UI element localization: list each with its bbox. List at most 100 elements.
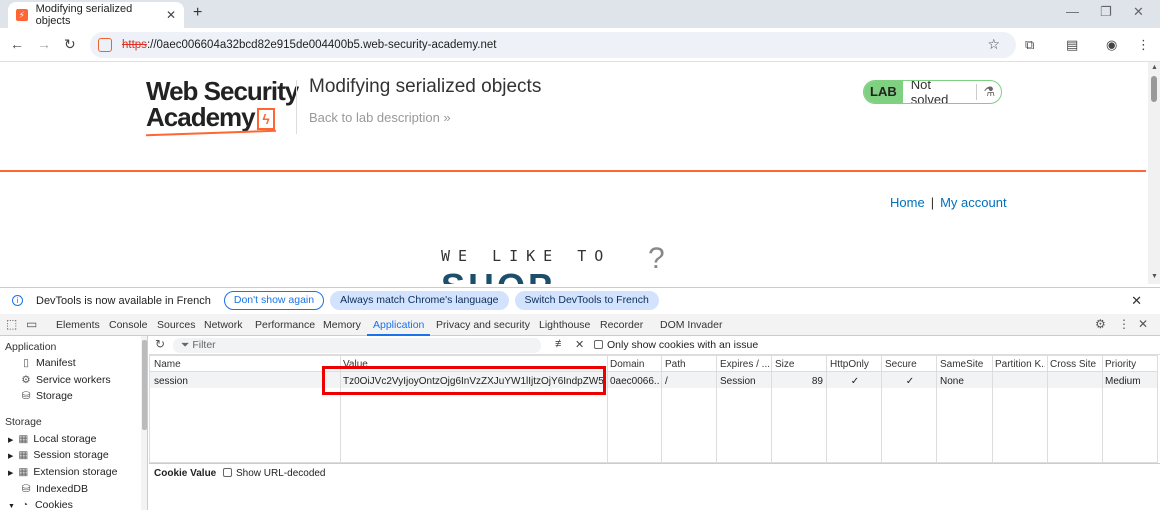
minimize-icon[interactable]: — bbox=[1066, 4, 1079, 19]
column-header-priority[interactable]: Priority bbox=[1105, 359, 1155, 370]
cookie-domain-cell[interactable]: 0aec0066... bbox=[610, 376, 660, 387]
nav-my-account-link[interactable]: My account bbox=[940, 195, 1006, 210]
sidebar-item-manifest[interactable]: ▯ Manifest bbox=[20, 357, 76, 369]
clear-all-cookies-icon[interactable]: ✕ bbox=[575, 338, 584, 351]
database-icon: ⛁ bbox=[21, 483, 31, 495]
sidebar-item-storage[interactable]: ⛁ Storage bbox=[20, 390, 73, 402]
maximize-icon[interactable]: ❐ bbox=[1100, 4, 1112, 20]
only-issue-checkbox[interactable]: Only show cookies with an issue bbox=[594, 339, 758, 351]
tab-privacy-and-security[interactable]: Privacy and security bbox=[436, 319, 530, 331]
extensions-icon[interactable]: ⧉ bbox=[1025, 37, 1034, 53]
always-match-language-button[interactable]: Always match Chrome's language bbox=[330, 291, 509, 310]
grid-icon: ▦ bbox=[18, 466, 29, 478]
dont-show-again-button[interactable]: Don't show again bbox=[223, 291, 325, 310]
inspect-element-icon[interactable]: ⬚ bbox=[6, 317, 17, 331]
sidebar-item-label: Manifest bbox=[36, 357, 76, 369]
tab-dom-invader[interactable]: DOM Invader bbox=[660, 319, 722, 331]
tab-sources[interactable]: Sources bbox=[157, 319, 196, 331]
scroll-down-arrow-icon[interactable]: ▼ bbox=[1151, 273, 1158, 280]
tab-close-icon[interactable]: ✕ bbox=[166, 8, 176, 22]
back-arrow-icon[interactable]: ← bbox=[10, 36, 24, 52]
url-bar[interactable]: https://0aec006604a32bcd82e915de004400b5… bbox=[90, 32, 1016, 58]
column-divider bbox=[716, 356, 717, 464]
sidebar-item-cookies[interactable]: ▼ ◔ Cookies bbox=[8, 499, 73, 511]
web-security-academy-logo[interactable]: Web Security Academy ϟ bbox=[146, 78, 299, 137]
scrollbar-thumb[interactable] bbox=[1151, 76, 1157, 102]
column-header-name[interactable]: Name bbox=[154, 359, 334, 370]
profile-icon[interactable]: ◉ bbox=[1106, 37, 1117, 53]
value-highlight-box bbox=[322, 366, 606, 395]
bookmark-star-icon[interactable]: ☆ bbox=[987, 36, 1000, 53]
column-header-partition-key[interactable]: Partition K... bbox=[995, 359, 1045, 370]
sidebar-item-session-storage[interactable]: ▶ ▦ Session storage bbox=[8, 449, 109, 461]
url-host: ://0aec006604a32bcd82e915de004400b5.web-… bbox=[146, 39, 497, 51]
infobar-close-icon[interactable]: ✕ bbox=[1131, 293, 1142, 309]
scroll-up-arrow-icon[interactable]: ▲ bbox=[1151, 64, 1158, 71]
chevron-right-icon[interactable]: ▶ bbox=[8, 453, 13, 460]
filter-input[interactable]: ⏷ Filter bbox=[173, 338, 541, 353]
refresh-icon[interactable]: ↻ bbox=[155, 337, 165, 351]
tab-memory[interactable]: Memory bbox=[323, 319, 361, 331]
side-panel-icon[interactable]: ▤ bbox=[1066, 37, 1078, 53]
cookie-httponly-cell[interactable]: ✓ bbox=[830, 376, 880, 387]
tab-recorder[interactable]: Recorder bbox=[600, 319, 643, 331]
column-header-cross-site[interactable]: Cross Site bbox=[1050, 359, 1100, 370]
forward-arrow-icon[interactable]: → bbox=[37, 36, 51, 52]
flask-icon: ⚗ bbox=[976, 84, 1001, 100]
sidebar-item-local-storage[interactable]: ▶ ▦ Local storage bbox=[8, 433, 96, 445]
chevron-right-icon[interactable]: ▶ bbox=[8, 470, 13, 477]
chevron-right-icon[interactable]: ▶ bbox=[8, 437, 13, 444]
column-header-domain[interactable]: Domain bbox=[610, 359, 660, 370]
cookie-secure-cell[interactable]: ✓ bbox=[885, 376, 935, 387]
back-link-label: Back to lab description bbox=[309, 110, 440, 125]
tab-elements[interactable]: Elements bbox=[56, 319, 100, 331]
tab-lighthouse[interactable]: Lighthouse bbox=[539, 319, 590, 331]
sidebar-scrollbar[interactable] bbox=[141, 336, 147, 510]
chevron-down-icon[interactable]: ▼ bbox=[8, 503, 15, 510]
sidebar-item-service-workers[interactable]: ⚙ Service workers bbox=[20, 374, 110, 386]
menu-dots-icon[interactable]: ⋮ bbox=[1137, 37, 1150, 53]
sidebar-header-storage: Storage bbox=[5, 416, 42, 428]
cookie-expires-cell[interactable]: Session bbox=[720, 376, 770, 387]
column-divider bbox=[607, 356, 608, 464]
cookie-name-cell[interactable]: session bbox=[154, 376, 334, 387]
cookie-priority-cell[interactable]: Medium bbox=[1105, 376, 1155, 387]
column-header-httponly[interactable]: HttpOnly bbox=[830, 359, 880, 370]
tab-network[interactable]: Network bbox=[204, 319, 243, 331]
checkbox-box[interactable] bbox=[223, 468, 232, 477]
new-tab-icon[interactable]: + bbox=[193, 4, 202, 22]
sidebar-item-extension-storage[interactable]: ▶ ▦ Extension storage bbox=[8, 466, 117, 478]
switch-devtools-french-button[interactable]: Switch DevTools to French bbox=[514, 291, 659, 310]
clear-filtered-cookies-icon[interactable]: ≢ bbox=[555, 338, 566, 350]
sidebar-scrollbar-thumb[interactable] bbox=[142, 340, 147, 430]
tab-console[interactable]: Console bbox=[109, 319, 148, 331]
column-header-samesite[interactable]: SameSite bbox=[940, 359, 990, 370]
lightning-bolt-icon: ϟ bbox=[256, 108, 275, 131]
reload-icon[interactable]: ↻ bbox=[64, 36, 76, 53]
cookie-size-cell[interactable]: 89 bbox=[775, 376, 823, 387]
page-scrollbar[interactable]: ▲ ▼ bbox=[1148, 62, 1160, 284]
cookie-filter-bar: ↻ ⏷ Filter ≢ ✕ Only show cookies with an… bbox=[149, 336, 1160, 355]
site-info-icon[interactable] bbox=[98, 38, 112, 52]
cookie-samesite-cell[interactable]: None bbox=[940, 376, 990, 387]
column-header-size[interactable]: Size bbox=[775, 359, 825, 370]
column-divider bbox=[771, 356, 772, 464]
tab-performance[interactable]: Performance bbox=[255, 319, 315, 331]
column-header-path[interactable]: Path bbox=[665, 359, 715, 370]
device-toolbar-icon[interactable]: ▭ bbox=[26, 317, 37, 331]
devtools-menu-icon[interactable]: ⋮ bbox=[1118, 317, 1130, 331]
sidebar-item-indexeddb[interactable]: ⛁ IndexedDB bbox=[20, 483, 88, 495]
checkbox-box[interactable] bbox=[594, 340, 603, 349]
nav-home-link[interactable]: Home bbox=[890, 195, 925, 210]
column-header-expires[interactable]: Expires / ... bbox=[720, 359, 770, 370]
sidebar-item-label: Cookies bbox=[34, 499, 73, 511]
devtools-close-icon[interactable]: ✕ bbox=[1138, 317, 1148, 331]
window-close-icon[interactable]: ✕ bbox=[1133, 4, 1144, 20]
settings-gear-icon[interactable]: ⚙ bbox=[1095, 317, 1106, 331]
browser-tab[interactable]: ⚡ Modifying serialized objects ✕ bbox=[8, 2, 184, 28]
back-to-lab-description-link[interactable]: Back to lab description » bbox=[309, 110, 451, 125]
column-header-secure[interactable]: Secure bbox=[885, 359, 935, 370]
show-url-decoded-checkbox[interactable]: Show URL-decoded bbox=[223, 468, 326, 479]
cookie-path-cell[interactable]: / bbox=[665, 376, 715, 387]
tab-application[interactable]: Application bbox=[366, 319, 431, 336]
